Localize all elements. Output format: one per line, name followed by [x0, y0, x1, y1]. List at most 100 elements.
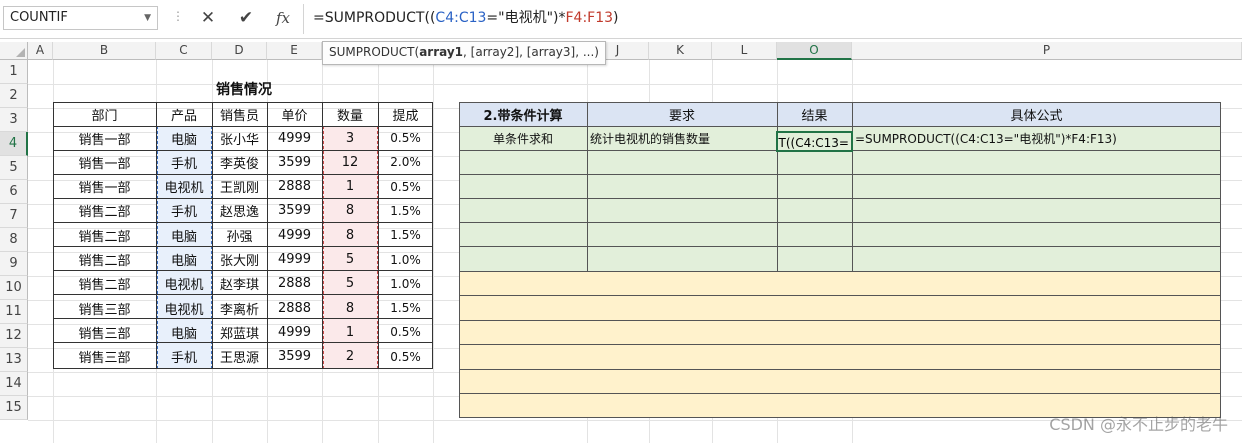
cell-formula-text[interactable]: =SUMPRODUCT((C4:C13="电视机")*F4:F13) — [852, 126, 1221, 150]
cell-product[interactable]: 电视机 — [156, 175, 212, 199]
row-header-10[interactable]: 10 — [0, 276, 28, 300]
function-tooltip[interactable]: SUMPRODUCT(array1, [array2], [array3], .… — [322, 41, 606, 65]
cell-department[interactable]: 销售三部 — [53, 345, 156, 369]
cell-salesperson[interactable]: 赵李琪 — [212, 272, 267, 296]
col-header-k[interactable]: K — [649, 42, 712, 60]
cell-salesperson[interactable]: 王思源 — [212, 345, 267, 369]
cell-quantity[interactable]: 8 — [322, 199, 378, 223]
cell-unit-price[interactable]: 4999 — [267, 248, 322, 272]
cell-quantity[interactable]: 2 — [322, 345, 378, 369]
cell-quantity[interactable]: 12 — [322, 150, 378, 174]
header-formula[interactable]: 具体公式 — [852, 102, 1221, 126]
cell-department[interactable]: 销售二部 — [53, 248, 156, 272]
cell-commission[interactable]: 1.5% — [378, 199, 433, 223]
formula-input[interactable]: =SUMPRODUCT((C4:C13="电视机")*F4:F13) — [313, 8, 619, 28]
chevron-down-icon[interactable]: ▼ — [144, 7, 151, 29]
cell-commission[interactable]: 0.5% — [378, 126, 433, 150]
select-all-corner[interactable] — [0, 42, 28, 60]
header-salesperson[interactable]: 销售员 — [212, 102, 267, 126]
cell-department[interactable]: 销售一部 — [53, 150, 156, 174]
header-commission[interactable]: 提成 — [378, 102, 433, 126]
row-header-13[interactable]: 13 — [0, 348, 28, 372]
cell-unit-price[interactable]: 3599 — [267, 150, 322, 174]
cell-commission[interactable]: 0.5% — [378, 175, 433, 199]
cell-department[interactable]: 销售一部 — [53, 175, 156, 199]
cell-requirement[interactable]: 统计电视机的销售数量 — [587, 126, 777, 150]
cell-quantity[interactable]: 1 — [322, 175, 378, 199]
cell-product[interactable]: 电脑 — [156, 126, 212, 150]
insert-function-icon[interactable]: fx — [271, 6, 295, 30]
cell-product[interactable]: 电脑 — [156, 248, 212, 272]
cell-product[interactable]: 电视机 — [156, 296, 212, 320]
cell-unit-price[interactable]: 4999 — [267, 320, 322, 344]
cell-product[interactable]: 手机 — [156, 199, 212, 223]
cell-product[interactable]: 手机 — [156, 150, 212, 174]
cell-quantity[interactable]: 5 — [322, 248, 378, 272]
row-header-1[interactable]: 1 — [0, 60, 28, 84]
col-header-a[interactable]: A — [28, 42, 53, 60]
row-header-6[interactable]: 6 — [0, 180, 28, 204]
row-header-15[interactable]: 15 — [0, 396, 28, 420]
name-box[interactable]: COUNTIF ▼ — [3, 6, 158, 30]
cell-quantity[interactable]: 1 — [322, 320, 378, 344]
col-header-d[interactable]: D — [212, 42, 267, 60]
cell-unit-price[interactable]: 3599 — [267, 199, 322, 223]
row-header-5[interactable]: 5 — [0, 156, 28, 180]
cell-unit-price[interactable]: 4999 — [267, 126, 322, 150]
header-department[interactable]: 部门 — [53, 102, 156, 126]
cell-salesperson[interactable]: 郑蓝琪 — [212, 320, 267, 344]
cell-unit-price[interactable]: 3599 — [267, 345, 322, 369]
cell-department[interactable]: 销售三部 — [53, 320, 156, 344]
cell-product[interactable]: 手机 — [156, 345, 212, 369]
cell-commission[interactable]: 2.0% — [378, 150, 433, 174]
header-unit-price[interactable]: 单价 — [267, 102, 322, 126]
cell-product[interactable]: 电脑 — [156, 320, 212, 344]
row-header-4[interactable]: 4 — [0, 132, 28, 156]
header-product[interactable]: 产品 — [156, 102, 212, 126]
cell-department[interactable]: 销售二部 — [53, 272, 156, 296]
col-header-l[interactable]: L — [712, 42, 777, 60]
col-header-b[interactable]: B — [53, 42, 156, 60]
cell-salesperson[interactable]: 王凯刚 — [212, 175, 267, 199]
cell-quantity[interactable]: 3 — [322, 126, 378, 150]
col-header-c[interactable]: C — [156, 42, 212, 60]
cell-salesperson[interactable]: 张小华 — [212, 126, 267, 150]
cell-unit-price[interactable]: 4999 — [267, 223, 322, 247]
cell-product[interactable]: 电视机 — [156, 272, 212, 296]
cell-department[interactable]: 销售一部 — [53, 126, 156, 150]
cell-salesperson[interactable]: 李英俊 — [212, 150, 267, 174]
cell-product[interactable]: 电脑 — [156, 223, 212, 247]
col-header-o[interactable]: O — [777, 42, 852, 60]
cell-unit-price[interactable]: 2888 — [267, 272, 322, 296]
cell-quantity[interactable]: 8 — [322, 223, 378, 247]
cell-commission[interactable]: 1.5% — [378, 296, 433, 320]
header-requirement[interactable]: 要求 — [587, 102, 777, 126]
row-header-3[interactable]: 3 — [0, 108, 28, 132]
row-header-8[interactable]: 8 — [0, 228, 28, 252]
col-header-p[interactable]: P — [852, 42, 1242, 60]
row-header-12[interactable]: 12 — [0, 324, 28, 348]
row-header-11[interactable]: 11 — [0, 300, 28, 324]
enter-icon[interactable]: ✔ — [234, 6, 258, 30]
cell-single-condition-sum[interactable]: 单条件求和 — [459, 126, 587, 150]
cell-quantity[interactable]: 8 — [322, 296, 378, 320]
cell-department[interactable]: 销售二部 — [53, 223, 156, 247]
row-header-14[interactable]: 14 — [0, 372, 28, 396]
more-options-icon[interactable]: ⋮ — [172, 9, 184, 23]
active-cell-o4[interactable]: UCT((C4:C13= — [776, 131, 853, 152]
cell-salesperson[interactable]: 孙强 — [212, 223, 267, 247]
cell-commission[interactable]: 1.5% — [378, 223, 433, 247]
cell-unit-price[interactable]: 2888 — [267, 175, 322, 199]
col-header-e[interactable]: E — [267, 42, 322, 60]
cell-commission[interactable]: 1.0% — [378, 248, 433, 272]
cell-salesperson[interactable]: 张大刚 — [212, 248, 267, 272]
cell-department[interactable]: 销售三部 — [53, 296, 156, 320]
cell-quantity[interactable]: 5 — [322, 272, 378, 296]
cell-department[interactable]: 销售二部 — [53, 199, 156, 223]
row-header-9[interactable]: 9 — [0, 252, 28, 276]
cell-commission[interactable]: 0.5% — [378, 345, 433, 369]
header-conditional-calc[interactable]: 2.带条件计算 — [459, 102, 587, 126]
row-header-7[interactable]: 7 — [0, 204, 28, 228]
header-result[interactable]: 结果 — [777, 102, 852, 126]
cell-salesperson[interactable]: 李离析 — [212, 296, 267, 320]
